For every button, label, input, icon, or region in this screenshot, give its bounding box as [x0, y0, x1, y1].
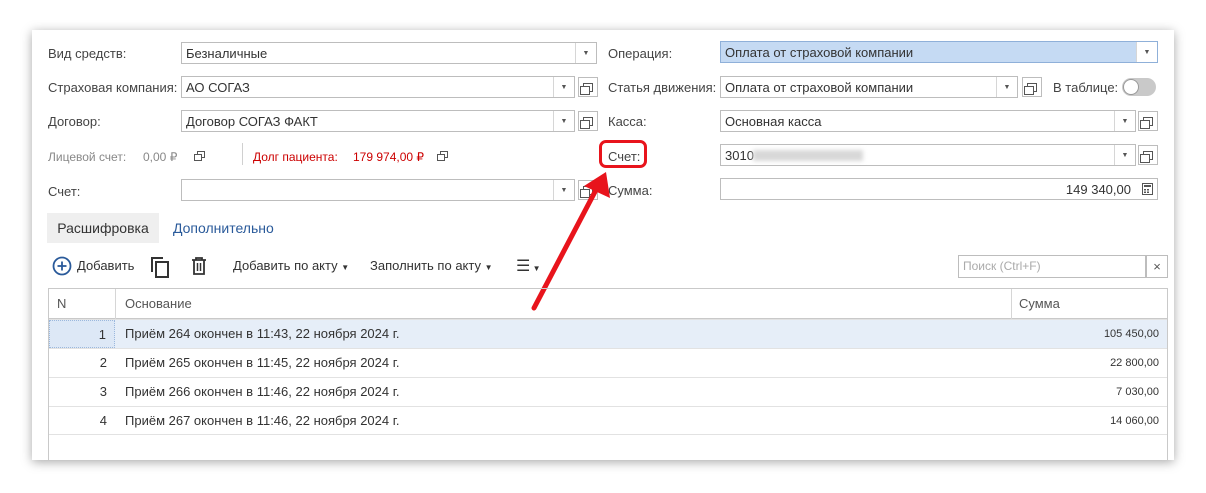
sum-field[interactable]: 149 340,00 — [720, 178, 1158, 200]
add-circle-icon[interactable] — [52, 256, 72, 279]
account-left-label: Счет: — [48, 184, 81, 199]
open-cash-button[interactable] — [1138, 111, 1158, 131]
chevron-down-icon[interactable]: ▼ — [1114, 111, 1135, 131]
tab-decoding[interactable]: Расшифровка — [47, 213, 159, 243]
operation-label: Операция: — [608, 46, 673, 61]
clear-search-icon[interactable]: × — [1146, 255, 1168, 278]
article-value: Оплата от страховой компании — [725, 80, 914, 95]
header-n[interactable]: N — [57, 289, 66, 319]
row-basis: Приём 264 окончен в 11:43, 22 ноября 202… — [125, 326, 400, 341]
table-row[interactable]: 4 Приём 267 окончен в 11:46, 22 ноября 2… — [49, 406, 1167, 435]
divider — [242, 143, 243, 165]
add-by-act-label: Добавить по акту — [233, 258, 338, 273]
cash-label: Касса: — [608, 114, 647, 129]
chevron-down-icon[interactable]: ▼ — [996, 77, 1017, 97]
table-row[interactable]: 3 Приём 266 окончен в 11:46, 22 ноября 2… — [49, 377, 1167, 406]
divider — [115, 289, 116, 319]
vid-field[interactable]: Безналичные ▼ — [181, 42, 597, 64]
caret-down-icon: ▼ — [341, 263, 350, 272]
chevron-down-icon[interactable]: ▼ — [575, 43, 596, 63]
table-row[interactable]: 1 Приём 264 окончен в 11:43, 22 ноября 2… — [49, 319, 1167, 348]
contract-label: Договор: — [48, 114, 101, 129]
vid-label: Вид средств: — [48, 46, 127, 61]
fill-by-act-label: Заполнить по акту — [370, 258, 481, 273]
search-placeholder: Поиск (Ctrl+F) — [963, 259, 1041, 273]
open-company-button[interactable] — [578, 77, 598, 97]
chevron-down-icon[interactable]: ▼ — [553, 111, 574, 131]
account-left-field[interactable]: ▼ — [181, 179, 575, 201]
row-basis: Приём 267 окончен в 11:46, 22 ноября 202… — [125, 413, 400, 428]
open-article-button[interactable] — [1022, 77, 1042, 97]
debt-value: 179 974,00 ₽ — [353, 150, 425, 164]
table-row[interactable]: 2 Приём 265 окончен в 11:45, 22 ноября 2… — [49, 348, 1167, 377]
copy-icon[interactable] — [149, 256, 171, 281]
contract-field[interactable]: Договор СОГАЗ ФАКТ ▼ — [181, 110, 575, 132]
personal-account-label: Лицевой счет: — [48, 150, 127, 164]
calculator-icon[interactable] — [1137, 179, 1157, 199]
blurred-account-number — [753, 150, 863, 161]
row-n: 2 — [99, 355, 107, 370]
row-sum: 22 800,00 — [1110, 357, 1159, 369]
account-field[interactable]: 3010 ▼ — [720, 144, 1136, 166]
document-window: Вид средств: Безналичные ▼ Страховая ком… — [32, 30, 1174, 460]
operation-field[interactable]: Оплата от страховой компании ▼ — [720, 41, 1158, 63]
in-table-toggle[interactable] — [1122, 78, 1156, 96]
open-debt-icon[interactable] — [437, 151, 448, 161]
table-header: N Основание Сумма — [49, 289, 1167, 319]
personal-account-value: 0,00 ₽ — [143, 150, 178, 164]
contract-value: Договор СОГАЗ ФАКТ — [186, 114, 318, 129]
row-sum: 7 030,00 — [1116, 386, 1159, 398]
row-sum: 14 060,00 — [1110, 415, 1159, 427]
chevron-down-icon[interactable]: ▼ — [1136, 42, 1157, 62]
add-button[interactable]: Добавить — [77, 258, 134, 273]
open-personal-icon[interactable] — [194, 151, 205, 161]
open-account-button[interactable] — [1138, 145, 1158, 165]
open-icon — [580, 82, 593, 95]
article-label: Статья движения: — [608, 80, 717, 95]
search-input[interactable]: Поиск (Ctrl+F) — [958, 255, 1146, 278]
row-n: 1 — [49, 320, 115, 348]
cash-field[interactable]: Основная касса ▼ — [720, 110, 1136, 132]
cash-value: Основная касса — [725, 114, 822, 129]
row-basis: Приём 265 окончен в 11:45, 22 ноября 202… — [125, 355, 400, 370]
more-menu-icon[interactable]: ☰ ▼ — [516, 256, 540, 276]
open-icon — [1140, 116, 1153, 129]
company-label: Страховая компания: — [48, 80, 178, 95]
row-basis: Приём 266 окончен в 11:46, 22 ноября 202… — [125, 384, 400, 399]
row-n: 4 — [99, 413, 107, 428]
header-sum[interactable]: Сумма — [1019, 289, 1060, 319]
divider — [1011, 289, 1012, 319]
operation-value: Оплата от страховой компании — [725, 45, 914, 60]
caret-down-icon: ▼ — [484, 263, 493, 272]
delete-icon[interactable] — [189, 256, 209, 279]
tab-additional[interactable]: Дополнительно — [173, 220, 274, 236]
open-icon — [1140, 150, 1153, 163]
decoding-table: N Основание Сумма 1 Приём 264 окончен в … — [48, 288, 1168, 460]
add-by-act-menu[interactable]: Добавить по акту ▼ — [233, 258, 349, 273]
annotation-highlight — [599, 140, 647, 168]
company-field[interactable]: АО СОГАЗ ▼ — [181, 76, 575, 98]
open-icon — [580, 116, 593, 129]
article-field[interactable]: Оплата от страховой компании ▼ — [720, 76, 1018, 98]
debt-label: Долг пациента: — [253, 150, 338, 164]
chevron-down-icon[interactable]: ▼ — [553, 77, 574, 97]
row-sum: 105 450,00 — [1103, 328, 1159, 340]
fill-by-act-menu[interactable]: Заполнить по акту ▼ — [370, 258, 493, 273]
open-contract-button[interactable] — [578, 111, 598, 131]
row-n: 3 — [99, 384, 107, 399]
chevron-down-icon[interactable]: ▼ — [1114, 145, 1135, 165]
header-basis[interactable]: Основание — [125, 289, 192, 319]
company-value: АО СОГАЗ — [186, 80, 250, 95]
open-icon — [1024, 82, 1037, 95]
vid-value: Безналичные — [186, 46, 268, 61]
account-value: 3010 — [725, 148, 754, 163]
in-table-label: В таблице: — [1053, 80, 1119, 95]
sum-value: 149 340,00 — [1065, 182, 1131, 197]
